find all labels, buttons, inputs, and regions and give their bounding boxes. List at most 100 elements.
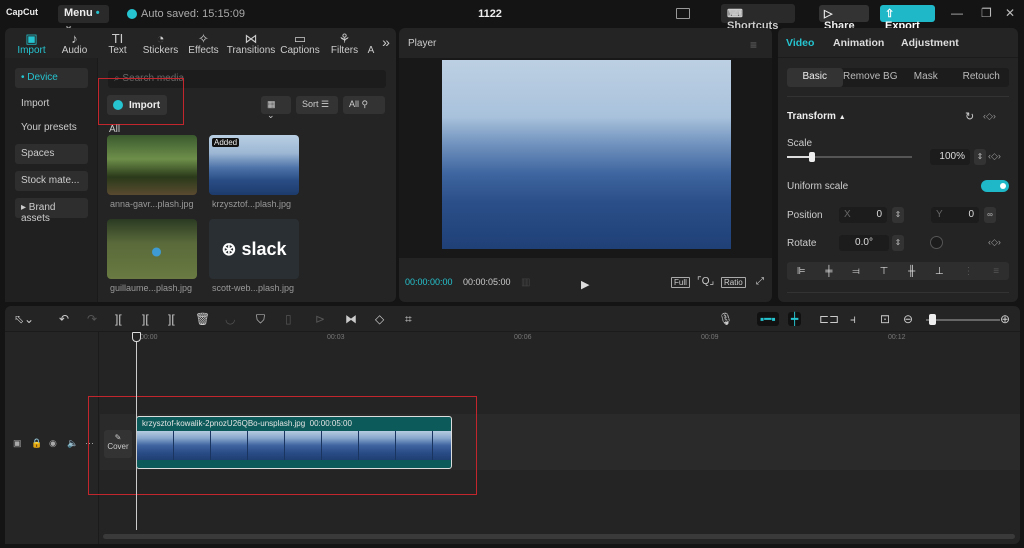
playhead-handle[interactable] [132, 332, 141, 342]
track-video-icon[interactable]: ▣ [13, 438, 22, 449]
reverse-icon[interactable]: ⊳ [315, 312, 325, 326]
close-icon[interactable]: ✕ [1005, 6, 1015, 20]
full-quality-button[interactable]: Full [671, 277, 690, 288]
split-icon[interactable]: ][ [115, 312, 122, 326]
tab-captions[interactable]: ▭ Captions [277, 28, 323, 58]
media-thumb-guillaume[interactable] [107, 219, 197, 279]
sidebar-item-spaces[interactable]: Spaces [15, 144, 88, 164]
tab-stickers[interactable]: ◔ Stickers [139, 28, 182, 58]
playhead[interactable] [136, 332, 137, 530]
scale-stepper[interactable]: ⇕ [974, 149, 986, 165]
subtab-remove-bg[interactable]: Remove BG [843, 68, 899, 87]
tab-audio[interactable]: ♪ Audio [53, 28, 96, 58]
position-x-stepper[interactable]: ⇕ [892, 207, 904, 223]
export-button[interactable]: ⇧ Export [880, 5, 935, 32]
uniform-scale-toggle[interactable] [981, 180, 1009, 192]
tab-adjustment[interactable]: Adjustment [901, 37, 959, 49]
menu-button[interactable]: Menu • ⌄ [58, 5, 109, 32]
freeze-icon[interactable]: ◡ [225, 312, 235, 326]
distribute-v-icon[interactable]: ≡ [993, 266, 999, 277]
media-thumb-anna[interactable] [107, 135, 197, 195]
media-thumb-krzysztof[interactable]: Added [209, 135, 299, 195]
tab-effects[interactable]: ✧ Effects [182, 28, 225, 58]
zoom-view-icon[interactable]: ⌜Q⌟ [697, 276, 714, 287]
split-right-icon[interactable]: ][ [168, 312, 175, 326]
keyframe-icon[interactable]: ‹◇› [988, 151, 1001, 162]
scale-slider-handle[interactable] [809, 152, 815, 162]
media-thumb-scott[interactable]: ⊛ slack [209, 219, 299, 279]
tab-video[interactable]: Video [786, 37, 814, 49]
layout-icon[interactable] [676, 8, 690, 19]
align-right-icon[interactable]: ⫤ [852, 266, 860, 277]
tab-import[interactable]: ▣ Import [10, 28, 53, 58]
sort-button[interactable]: Sort ☰ [296, 96, 338, 114]
reset-icon[interactable]: ↻ [965, 110, 974, 123]
link-icon[interactable]: ⊏⊐ [819, 312, 839, 326]
eye-icon[interactable]: ◉ [49, 438, 57, 449]
sidebar-item-import[interactable]: Import [15, 94, 88, 114]
position-link-icon[interactable]: ∞ [984, 207, 996, 223]
subtab-mask[interactable]: Mask [898, 68, 954, 87]
delete-icon[interactable]: 🗑 [195, 312, 210, 326]
timeline-ruler[interactable]: 00:00 00:03 00:06 00:09 00:12 [100, 332, 1020, 346]
tab-text[interactable]: TI Text [96, 28, 139, 58]
position-y-input[interactable]: Y0 [931, 207, 979, 223]
sidebar-item-device[interactable]: • Device [15, 68, 88, 88]
select-tool-icon[interactable]: ⬁⌄ [14, 312, 34, 326]
align-center-h-icon[interactable]: ╪ [825, 266, 832, 277]
crop-frame-icon[interactable]: ▯ [285, 312, 292, 326]
zoom-out-icon[interactable]: ⊖ [903, 312, 913, 326]
rotate-input[interactable]: 0.0° [839, 235, 889, 251]
shortcuts-button[interactable]: ⌨ Shortcuts [721, 4, 795, 32]
restore-icon[interactable]: ❐ [981, 6, 992, 20]
microphone-icon[interactable]: 🎙 [718, 312, 733, 326]
crop-icon[interactable]: ⌗ [405, 312, 412, 327]
tab-animation[interactable]: Animation [833, 37, 884, 49]
play-icon[interactable]: ▶ [581, 278, 589, 291]
scale-input[interactable]: 100% [930, 149, 970, 165]
timeline-scrollbar[interactable] [103, 534, 1015, 539]
split-left-icon[interactable]: ][ [142, 312, 149, 326]
minimize-icon[interactable]: — [951, 6, 963, 20]
rotate-dial[interactable] [930, 236, 943, 249]
audio-mute-icon[interactable]: 🔈 [67, 438, 78, 449]
mark-icon[interactable]: ⛉ [256, 312, 265, 327]
lock-icon[interactable]: 🔒 [31, 438, 42, 449]
grid-toggle-icon[interactable]: ▥ [521, 277, 530, 288]
rotate-stepper[interactable]: ⇕ [892, 235, 904, 251]
align-left-icon[interactable]: ⊫ [797, 266, 806, 277]
timeline-zoom-slider[interactable] [926, 319, 1000, 321]
sidebar-item-your-presets[interactable]: Your presets [15, 118, 88, 138]
ratio-button[interactable]: Ratio [721, 277, 746, 288]
zoom-in-icon[interactable]: ⊕ [1000, 312, 1010, 326]
transform-section-title[interactable]: Transform ▲ [787, 111, 846, 122]
sidebar-item-brand-assets[interactable]: ▸ Brand assets [15, 198, 88, 224]
tab-transitions[interactable]: ⋈ Transitions [225, 28, 277, 58]
subtab-basic[interactable]: Basic [787, 68, 843, 87]
video-frame[interactable] [442, 60, 731, 249]
auto-snap-icon[interactable]: ┿ [788, 312, 802, 326]
align-bottom-icon[interactable]: ⊥ [935, 266, 944, 277]
preview-axis-icon[interactable]: ⫞ [850, 312, 856, 327]
thumbnail-settings-icon[interactable]: ⊡ [880, 312, 890, 326]
align-center-v-icon[interactable]: ╫ [908, 266, 915, 277]
timeline-zoom-handle[interactable] [928, 314, 936, 325]
redo-icon[interactable]: ↷ [87, 312, 97, 326]
rotate-icon[interactable]: ◇ [375, 312, 384, 326]
tab-filters[interactable]: ⚘ Filters [323, 28, 366, 58]
keyframe-icon[interactable]: ‹◇› [988, 237, 1001, 248]
keyframe-icon[interactable]: ‹◇› [983, 111, 996, 122]
position-x-input[interactable]: X0 [839, 207, 887, 223]
more-tabs-icon[interactable]: » [376, 28, 396, 58]
sidebar-item-stock-material[interactable]: Stock mate... [15, 171, 88, 191]
distribute-h-icon[interactable]: ⋮ [963, 266, 973, 277]
view-mode-button[interactable]: ▦ ⌄ [261, 96, 291, 120]
main-track-magnet-icon[interactable]: ▪━▪ [757, 312, 779, 326]
hamburger-menu-icon[interactable]: ≡ [750, 38, 757, 52]
share-button[interactable]: ▷ Share [819, 5, 869, 32]
align-top-icon[interactable]: ⊤ [880, 266, 889, 277]
filter-button[interactable]: All ⚲ [343, 96, 385, 114]
fullscreen-icon[interactable]: ⤢ [756, 276, 764, 287]
tab-more[interactable]: A [366, 28, 376, 58]
mirror-icon[interactable]: ⧓ [345, 312, 357, 326]
